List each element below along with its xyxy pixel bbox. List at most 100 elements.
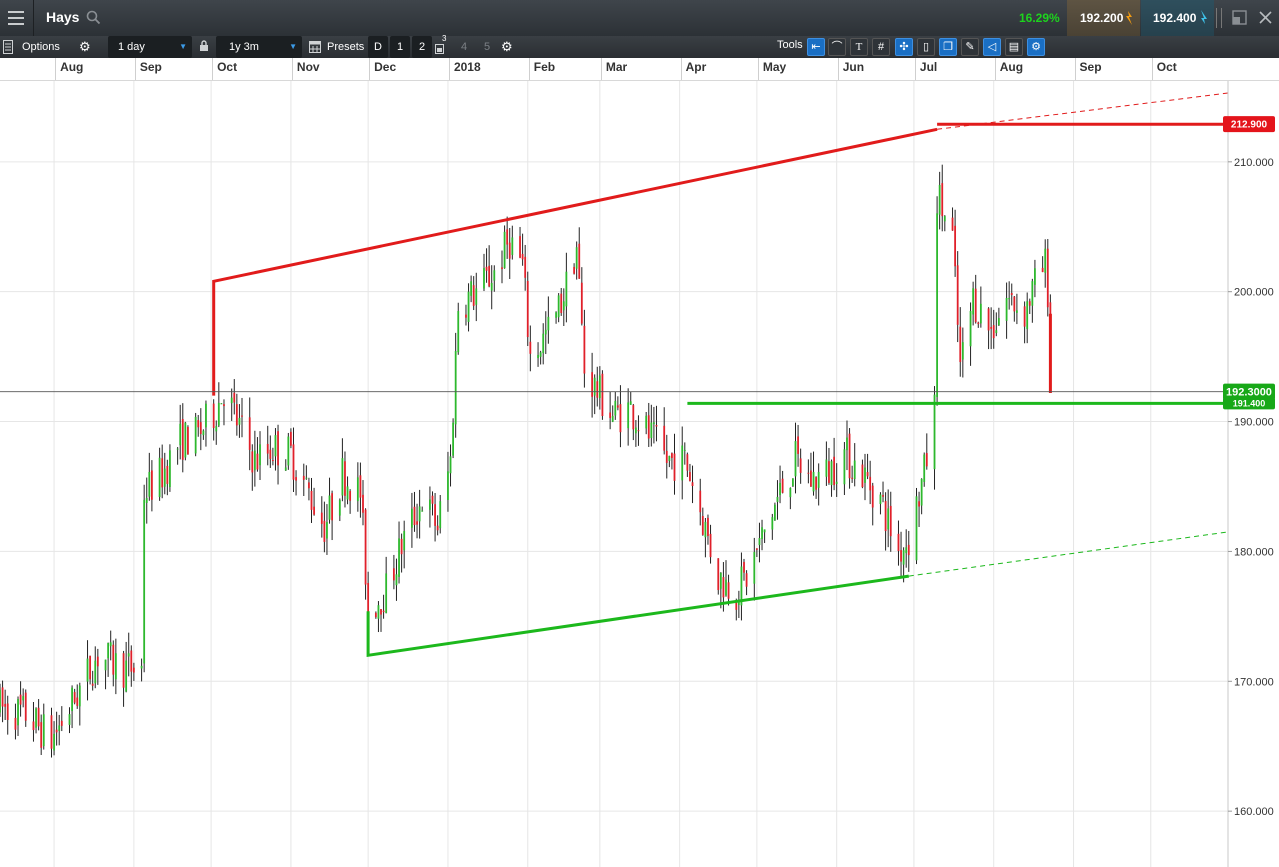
- candle-down: [974, 288, 977, 323]
- candle-up: [418, 506, 421, 522]
- candle-up: [555, 312, 557, 318]
- candle-up: [593, 377, 596, 396]
- sell-button[interactable]: 192.200: [1067, 0, 1140, 36]
- price-axis: 160.000 170.000 180.000 190.000 200.000 210.0…: [1223, 80, 1275, 867]
- candle-down: [807, 472, 810, 474]
- candle-up: [565, 271, 568, 307]
- candle-up: [326, 522, 328, 539]
- candle-down: [992, 325, 995, 339]
- tool-layers-icon[interactable]: ❐: [939, 38, 957, 56]
- tool-grid-icon[interactable]: #: [872, 38, 890, 56]
- month-label: Mar: [600, 58, 627, 80]
- range-select[interactable]: 1y 3m ▼: [216, 36, 302, 58]
- arrow-down-icon: [1126, 11, 1132, 25]
- candle-up: [997, 318, 1000, 326]
- preset-2[interactable]: 2: [412, 36, 432, 58]
- menu-icon[interactable]: [8, 11, 24, 25]
- candle-down: [380, 609, 382, 615]
- candle-down: [1023, 306, 1026, 327]
- preset-1[interactable]: 1: [390, 36, 410, 58]
- preset-d[interactable]: D: [368, 36, 388, 58]
- close-icon[interactable]: [1259, 11, 1272, 24]
- preset-gear-icon[interactable]: ⚙: [501, 36, 513, 58]
- buy-button[interactable]: 192.400: [1141, 0, 1214, 36]
- candle-up: [179, 423, 182, 446]
- candle-down: [951, 217, 954, 231]
- options-gear-icon[interactable]: ⚙: [79, 36, 91, 58]
- candle-up: [843, 449, 846, 485]
- candle-up: [94, 660, 97, 684]
- candle-down: [436, 525, 439, 531]
- candle-down: [918, 501, 920, 507]
- candle-down: [866, 472, 869, 477]
- tool-candle-icon[interactable]: ▯: [917, 38, 935, 56]
- tool-curve-icon[interactable]: ⌒: [828, 38, 846, 56]
- candle-down: [359, 475, 362, 498]
- candle-up: [511, 237, 514, 256]
- interval-select[interactable]: 1 day ▼: [108, 36, 192, 58]
- candle-down: [573, 266, 575, 274]
- candle-up: [253, 450, 256, 471]
- candle-down: [24, 692, 27, 721]
- candle-down: [1013, 296, 1016, 312]
- candle-up: [215, 426, 218, 432]
- search-icon[interactable]: [86, 10, 101, 25]
- candle-down: [616, 405, 619, 408]
- popout-icon[interactable]: [1232, 10, 1247, 25]
- tool-settings-icon[interactable]: ⚙: [1027, 38, 1045, 56]
- calendar-icon[interactable]: [309, 40, 321, 53]
- candle-down: [187, 426, 189, 455]
- candle-down: [19, 694, 22, 705]
- candle-down: [828, 461, 830, 483]
- preset-5[interactable]: 5: [484, 36, 490, 58]
- tool-text-icon[interactable]: T: [850, 38, 868, 56]
- candle-up: [575, 247, 578, 269]
- preset-4[interactable]: 4: [461, 36, 467, 58]
- candle-up: [1034, 268, 1036, 285]
- candle-down: [233, 392, 236, 403]
- candle-down: [722, 577, 725, 598]
- candle-down: [797, 436, 799, 454]
- candle-up: [403, 531, 406, 551]
- candle-down: [310, 490, 313, 510]
- month-label: Sep: [1074, 58, 1102, 80]
- preset-3-icon: [435, 44, 444, 54]
- tool-crosshair-icon[interactable]: ✣: [895, 38, 913, 56]
- candle-down: [251, 451, 254, 473]
- candle-down: [897, 533, 900, 552]
- candle-down: [1049, 302, 1052, 314]
- candle-down: [413, 506, 416, 526]
- candle-up: [217, 402, 220, 426]
- tool-fan-icon[interactable]: ✎: [961, 38, 979, 56]
- candle-up: [328, 495, 331, 520]
- candle-up: [42, 714, 45, 747]
- price-chart[interactable]: 160.000 170.000 180.000 190.000 200.000 210.0…: [0, 0, 1279, 867]
- candle-down: [529, 341, 532, 354]
- candle-down: [735, 601, 738, 610]
- candle-down: [55, 729, 58, 733]
- lock-icon[interactable]: [199, 40, 209, 52]
- candle-down: [871, 485, 874, 508]
- candle-up: [503, 231, 506, 269]
- scroll-handle-icon[interactable]: [1216, 8, 1222, 28]
- tool-pointer-icon[interactable]: ⇤: [807, 38, 825, 56]
- print-icon[interactable]: ▤: [1005, 38, 1023, 56]
- candle-up: [771, 517, 774, 530]
- candle-down: [256, 453, 259, 470]
- candle-down: [488, 265, 491, 287]
- candle-up: [143, 499, 146, 664]
- candle-down: [308, 482, 310, 489]
- candle-down: [320, 512, 323, 524]
- candle-up: [779, 482, 781, 496]
- month-label: Oct: [212, 58, 237, 80]
- candle-down: [665, 450, 668, 463]
- options-menu[interactable]: Options: [22, 36, 60, 58]
- candle-up: [68, 714, 71, 725]
- tool-label-icon[interactable]: ◁: [983, 38, 1001, 56]
- candle-up: [447, 471, 449, 500]
- candle-up: [794, 441, 797, 477]
- settings-panel-icon[interactable]: [3, 40, 13, 54]
- preset-3[interactable]: 3: [434, 34, 454, 58]
- candle-up: [763, 529, 766, 533]
- candle-down: [519, 236, 521, 258]
